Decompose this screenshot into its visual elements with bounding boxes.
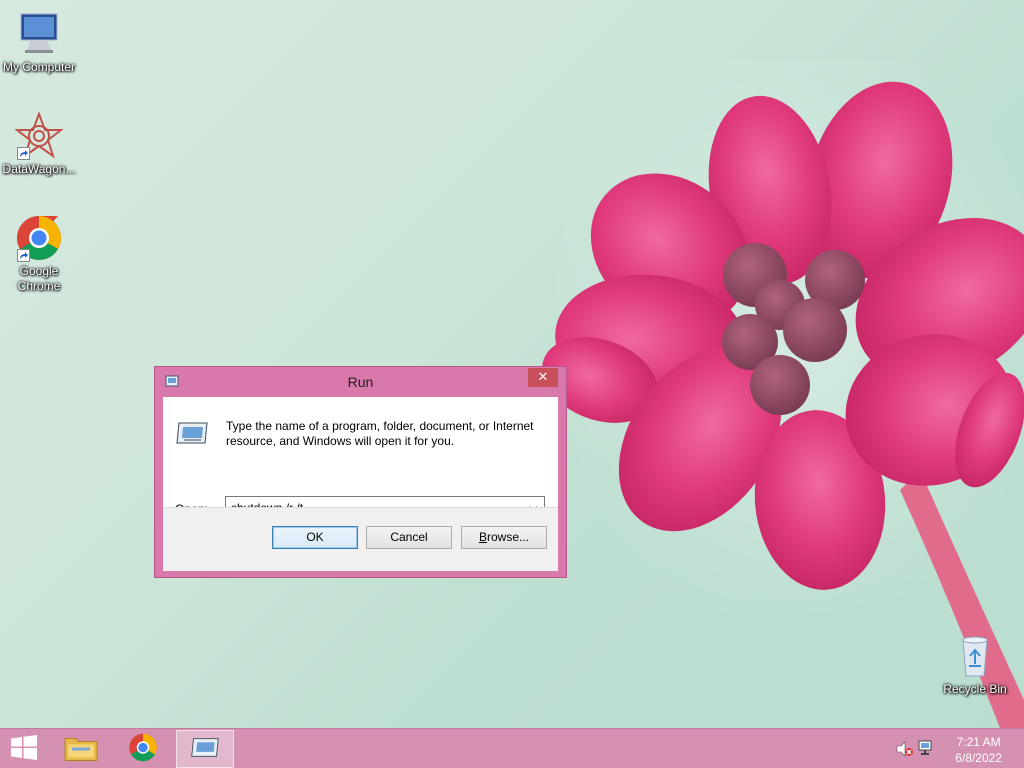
desktop-icon-label: Google Chrome: [17, 264, 61, 293]
desktop-icon-google-chrome[interactable]: Google Chrome: [0, 214, 78, 294]
shortcut-arrow-icon: [17, 147, 30, 160]
shortcut-arrow-icon: [17, 249, 30, 262]
desktop-icon-label: My Computer: [2, 60, 76, 74]
file-explorer-icon: [64, 734, 98, 765]
system-clock[interactable]: 7:21 AM 6/8/2022: [955, 734, 1002, 766]
computer-icon: [15, 10, 63, 58]
ok-button[interactable]: OK: [272, 526, 358, 549]
run-icon: [175, 421, 209, 448]
browse-button[interactable]: Browse...: [461, 526, 547, 549]
datawagon-icon: [14, 111, 64, 160]
start-button[interactable]: [0, 730, 48, 768]
run-dialog: Run ✕ Type the name of a program, folder…: [154, 366, 567, 578]
clock-time: 7:21 AM: [956, 735, 1001, 749]
run-icon: [190, 737, 220, 762]
desktop-icon-label: Recycle Bin: [943, 682, 1007, 696]
taskbar-run[interactable]: [176, 730, 234, 768]
close-icon: ✕: [537, 369, 549, 384]
run-titlebar[interactable]: Run ✕: [155, 367, 566, 397]
browse-accelerator: B: [478, 530, 487, 544]
clock-date: 6/8/2022: [955, 751, 1002, 765]
taskbar-chrome[interactable]: [114, 730, 172, 768]
desktop-icon-datawagon[interactable]: DataWagon...: [0, 111, 78, 177]
system-tray: 7:21 AM 6/8/2022: [884, 729, 1024, 768]
cancel-button[interactable]: Cancel: [366, 526, 452, 549]
recycle-bin-icon: [951, 632, 999, 680]
taskbar-file-explorer[interactable]: [52, 730, 110, 768]
browse-label: rowse...: [487, 530, 530, 544]
close-button[interactable]: ✕: [528, 368, 558, 387]
desktop-icon-my-computer[interactable]: My Computer: [0, 10, 78, 75]
run-client-area: Type the name of a program, folder, docu…: [163, 397, 558, 571]
start-icon: [11, 735, 37, 764]
network-icon[interactable]: [918, 740, 936, 761]
taskbar: 7:21 AM 6/8/2022: [0, 728, 1024, 768]
volume-muted-icon[interactable]: [896, 741, 914, 760]
chrome-icon: [15, 214, 63, 262]
desktop-icon-recycle-bin[interactable]: Recycle Bin: [936, 632, 1014, 697]
desktop: My Computer DataWagon... Google Chrome R…: [0, 0, 1024, 728]
chrome-icon: [128, 733, 158, 766]
run-button-bar: OK Cancel Browse...: [163, 507, 558, 571]
flower-wallpaper: [541, 81, 1024, 728]
desktop-icon-label: DataWagon...: [2, 162, 76, 176]
run-title: Run: [347, 374, 374, 390]
run-description: Type the name of a program, folder, docu…: [226, 419, 534, 448]
